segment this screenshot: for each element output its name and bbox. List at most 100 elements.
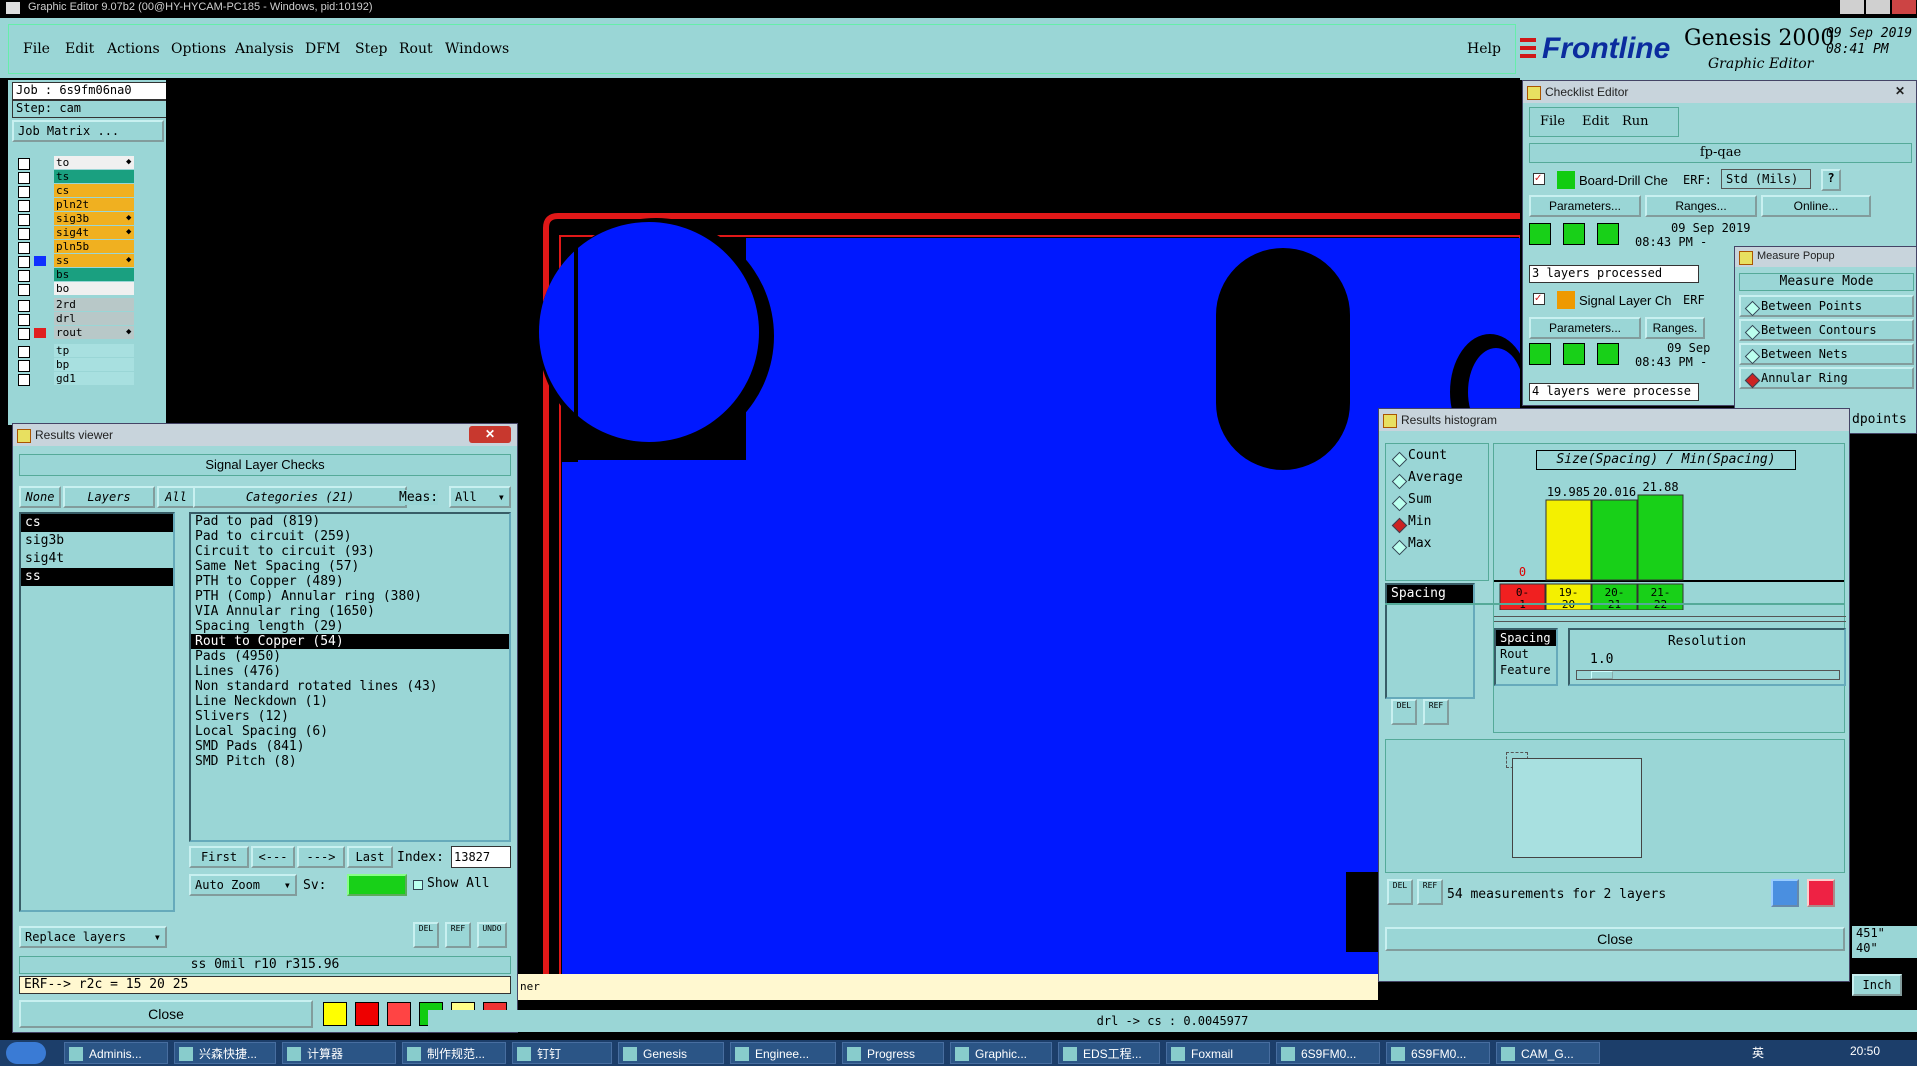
stat-radio-icon[interactable] <box>1391 495 1408 512</box>
layer-row-pln2t[interactable]: pln2t <box>14 198 136 212</box>
resolution-slider[interactable] <box>1576 670 1840 680</box>
layer-name[interactable]: bp <box>54 358 134 371</box>
taskbar-item[interactable]: 钉钉 <box>512 1042 612 1064</box>
layer-results-list[interactable]: cs sig3b sig4t ss <box>19 512 175 912</box>
all-button[interactable]: All <box>157 486 195 508</box>
menu-rout[interactable]: Rout <box>399 41 433 57</box>
stat-label[interactable]: Count <box>1408 448 1447 463</box>
close-icon[interactable] <box>1892 0 1916 14</box>
ref-button[interactable]: REF <box>445 922 471 948</box>
layer-row-drl[interactable]: drl <box>14 312 136 326</box>
layer-color-swatch[interactable] <box>34 158 46 168</box>
del-button[interactable]: DEL <box>1391 699 1417 725</box>
show-all-checkbox[interactable] <box>413 880 423 890</box>
layer-checkbox[interactable] <box>18 374 30 386</box>
layer-row-gd1[interactable]: gd1 <box>14 372 136 386</box>
params-button-1[interactable]: Parameters... <box>1529 195 1641 217</box>
layer-name[interactable]: ss <box>54 254 134 267</box>
checklist-menu-edit[interactable]: Edit <box>1582 114 1609 129</box>
sv-color-select[interactable] <box>347 874 407 896</box>
layer-row-to[interactable]: to ◆ <box>14 156 136 170</box>
taskbar-item[interactable]: 计算器 <box>282 1042 396 1064</box>
chart-icon[interactable] <box>323 1002 347 1026</box>
stat-radio-icon[interactable] <box>1391 473 1408 490</box>
layer-color-swatch[interactable] <box>34 200 46 210</box>
meas-select[interactable]: All ▾ <box>449 486 511 508</box>
run-icon[interactable] <box>1563 223 1585 245</box>
menu-help[interactable]: Help <box>1467 41 1501 57</box>
layer-row-bo[interactable]: bo <box>14 282 136 296</box>
minimize-icon[interactable] <box>1840 0 1864 14</box>
layer-row-cs[interactable]: cs <box>14 184 136 198</box>
category-item[interactable]: Spacing length (29) <box>191 619 509 634</box>
measure-mode-3[interactable]: Annular Ring <box>1739 367 1914 389</box>
ref-button[interactable]: REF <box>1423 699 1449 725</box>
taskbar-item[interactable]: 6S9FM0... <box>1386 1042 1490 1064</box>
del-button[interactable]: DEL <box>1387 879 1413 905</box>
taskbar-item[interactable]: 6S9FM0... <box>1276 1042 1380 1064</box>
histogram-bar[interactable] <box>1545 499 1592 581</box>
layer-checkbox[interactable] <box>18 346 30 358</box>
category-item[interactable]: Same Net Spacing (57) <box>191 559 509 574</box>
layer-color-swatch[interactable] <box>34 328 46 338</box>
menu-dfm[interactable]: DFM <box>305 41 340 57</box>
layer-name[interactable]: to <box>54 156 134 169</box>
category-item[interactable]: SMD Pads (841) <box>191 739 509 754</box>
layer-name[interactable]: 2rd <box>54 298 134 311</box>
category-item[interactable]: Pad to pad (819) <box>191 514 509 529</box>
ranges-button-2[interactable]: Ranges. <box>1645 317 1705 339</box>
ime-indicator[interactable]: 英 <box>1752 1044 1764 1061</box>
del-button[interactable]: DEL <box>413 922 439 948</box>
category-item[interactable]: Pads (4950) <box>191 649 509 664</box>
undo-button[interactable]: UNDO <box>477 922 507 948</box>
radio-icon[interactable] <box>1744 348 1761 365</box>
maximize-icon[interactable] <box>1866 0 1890 14</box>
category-item[interactable]: Pad to circuit (259) <box>191 529 509 544</box>
list-item[interactable]: Feature <box>1496 662 1556 678</box>
layer-name[interactable]: tp <box>54 344 134 357</box>
taskbar-item[interactable]: CAM_G... <box>1496 1042 1600 1064</box>
layer-name[interactable]: drl <box>54 312 134 325</box>
category-item[interactable]: Non standard rotated lines (43) <box>191 679 509 694</box>
layer-checkbox[interactable] <box>18 186 30 198</box>
layer-row-bp[interactable]: bp <box>14 358 136 372</box>
radio-icon[interactable] <box>1744 372 1761 389</box>
layer-color-swatch[interactable] <box>34 360 46 370</box>
layers-button[interactable]: Layers <box>63 486 155 508</box>
start-icon[interactable] <box>6 1042 46 1064</box>
category-item[interactable]: Lines (476) <box>191 664 509 679</box>
layer-color-swatch[interactable] <box>34 300 46 310</box>
run-icon[interactable] <box>1563 343 1585 365</box>
layer-color-swatch[interactable] <box>34 172 46 182</box>
layer-row-ss[interactable]: ss ◆ <box>14 254 136 268</box>
layer-checkbox[interactable] <box>18 172 30 184</box>
run-icon[interactable] <box>1597 223 1619 245</box>
auto-zoom-select[interactable]: Auto Zoom ▾ <box>189 874 297 896</box>
layer-result-item[interactable]: sig3b <box>21 532 173 550</box>
layer-row-2rd[interactable]: 2rd <box>14 298 136 312</box>
layer-color-swatch[interactable] <box>34 256 46 266</box>
stat-radio-icon[interactable] <box>1391 451 1408 468</box>
layer-name[interactable]: bo <box>54 282 134 295</box>
layer-result-item[interactable]: ss <box>21 568 173 586</box>
histogram-attr-list[interactable]: Spacing <box>1385 583 1475 699</box>
category-item[interactable]: VIA Annular ring (1650) <box>191 604 509 619</box>
taskbar-item[interactable]: 制作规范... <box>402 1042 506 1064</box>
prev-button[interactable]: <--- <box>251 846 295 868</box>
histogram-measure-list[interactable]: Spacing Rout Feature <box>1494 628 1558 686</box>
run-icon[interactable] <box>1597 343 1619 365</box>
layer-name[interactable]: sig3b <box>54 212 134 225</box>
category-item[interactable]: Rout to Copper (54) <box>191 634 509 649</box>
layer-color-swatch[interactable] <box>34 346 46 356</box>
measure-mode-2[interactable]: Between Nets <box>1739 343 1914 365</box>
layer-row-pln5b[interactable]: pln5b <box>14 240 136 254</box>
clock[interactable]: 20:50 <box>1850 1044 1880 1058</box>
layer-checkbox[interactable] <box>18 360 30 372</box>
stat-label[interactable]: Sum <box>1408 492 1431 507</box>
slot-black[interactable] <box>1216 248 1350 470</box>
layer-row-sig3b[interactable]: sig3b ◆ <box>14 212 136 226</box>
close-icon[interactable]: ✕ <box>1890 83 1910 100</box>
layer-name[interactable]: ts <box>54 170 134 183</box>
list-item[interactable]: Rout <box>1496 646 1556 662</box>
histogram-bar[interactable] <box>1637 494 1684 581</box>
